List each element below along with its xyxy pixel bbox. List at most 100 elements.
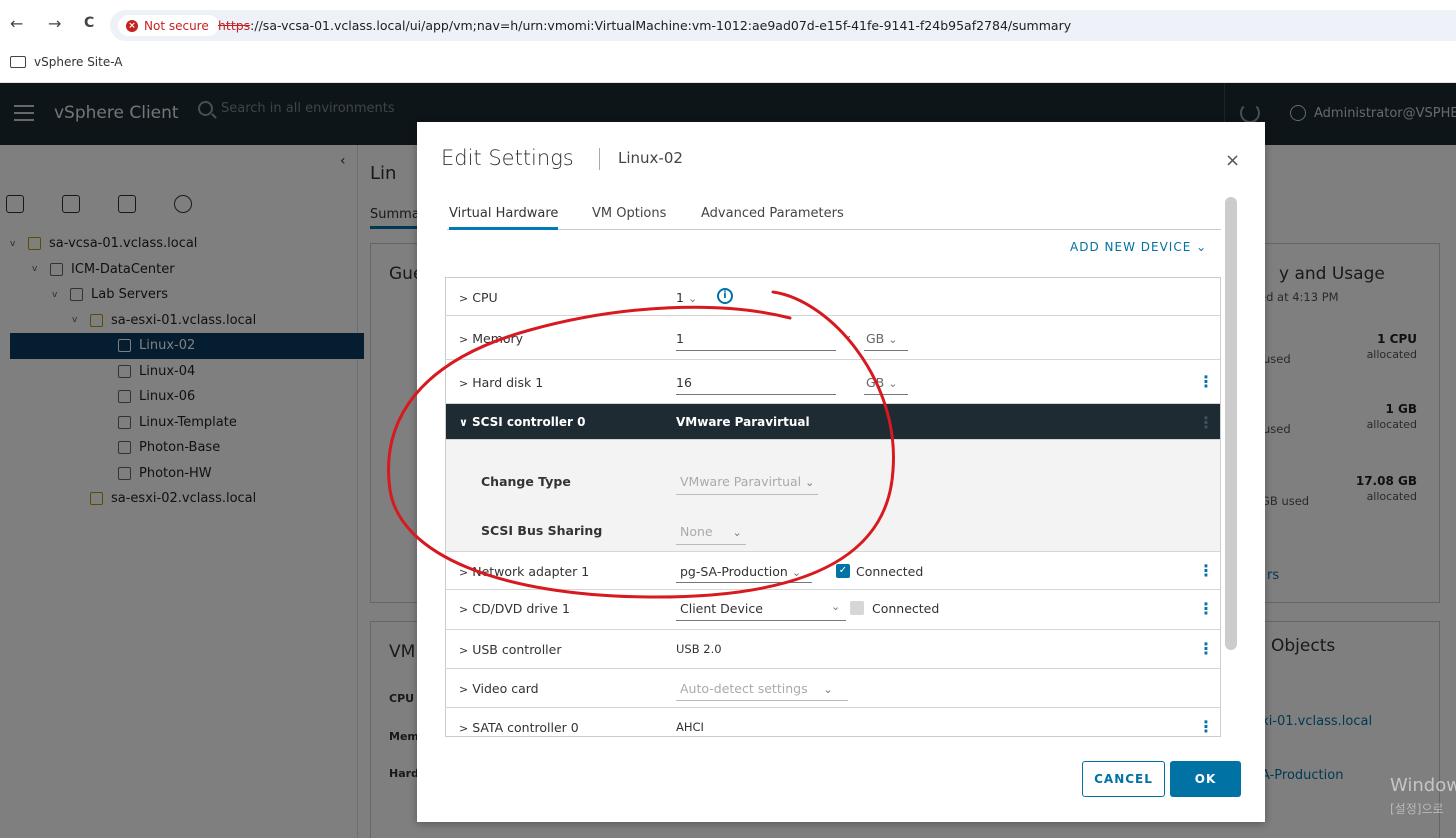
hw-row-network-adapter: > Network adapter 1 pg-SA-Production ⌄ ✓ …: [446, 552, 1220, 590]
hw-row-scsi-controller: ∨ SCSI controller 0 VMware Paravirtual ⋮: [446, 404, 1220, 440]
change-type-select[interactable]: VMware Paravirtual ⌄: [680, 474, 814, 489]
usb-expander[interactable]: > USB controller: [459, 642, 561, 657]
more-actions-icon[interactable]: ⋮: [1198, 599, 1214, 618]
network-connected-label: Connected: [856, 564, 924, 579]
chevron-right-icon: >: [459, 377, 469, 390]
scsi-expander[interactable]: ∨ SCSI controller 0: [459, 415, 586, 429]
forward-button[interactable]: →: [48, 14, 61, 33]
sata-expander[interactable]: > SATA controller 0: [459, 720, 579, 735]
url-field[interactable]: × Not secure https://sa-vcsa-01.vclass.l…: [110, 10, 1456, 41]
more-actions-icon[interactable]: ⋮: [1198, 372, 1214, 391]
cpu-select[interactable]: 1 ⌄: [676, 290, 697, 305]
chevron-right-icon: >: [459, 722, 469, 735]
virtual-hardware-list: > CPU 1 ⌄ i > Memory 1 ⌄ GB ⌄ > Hard disk 1…: [445, 277, 1221, 737]
hard-disk-underline: [676, 394, 836, 395]
chevron-down-icon: ⌄: [805, 476, 815, 489]
bus-sharing-underline: [676, 544, 746, 545]
chevron-right-icon: >: [459, 566, 469, 579]
security-indicator[interactable]: × Not secure: [118, 15, 219, 36]
warning-icon: ×: [126, 19, 138, 32]
cddvd-expander[interactable]: > CD/DVD drive 1: [459, 601, 570, 616]
network-label: Network adapter 1: [472, 564, 590, 579]
chevron-down-icon[interactable]: ⌄: [831, 600, 840, 613]
edit-settings-dialog: Edit Settings Linux-02 × Virtual Hardwar…: [417, 122, 1265, 822]
more-actions-icon[interactable]: ⋮: [1198, 639, 1214, 658]
sata-label: SATA controller 0: [472, 720, 579, 735]
tab-vm-options[interactable]: VM Options: [592, 206, 666, 227]
network-value: pg-SA-Production: [680, 564, 788, 579]
chevron-down-icon: ⌄: [732, 526, 742, 539]
network-underline: [676, 582, 812, 583]
bus-sharing-select[interactable]: None ⌄: [680, 524, 742, 539]
network-connected-checkbox[interactable]: ✓: [836, 564, 850, 578]
bus-sharing-label: SCSI Bus Sharing: [481, 523, 603, 538]
url-path: ://sa-vcsa-01.vclass.local/ui/app/vm;nav…: [250, 18, 1072, 33]
more-actions-icon[interactable]: ⋮: [1198, 561, 1214, 580]
scsi-label: SCSI controller 0: [471, 415, 586, 429]
chevron-right-icon: >: [459, 683, 469, 696]
cancel-button[interactable]: CANCEL: [1082, 761, 1165, 797]
video-underline: [676, 700, 848, 701]
scsi-value: VMware Paravirtual: [676, 415, 810, 429]
chevron-right-icon: >: [459, 292, 469, 305]
url-protocol: https: [218, 18, 251, 33]
dialog-tabs: Virtual Hardware VM Options Advanced Par…: [447, 204, 1221, 230]
tab-advanced-parameters[interactable]: Advanced Parameters: [701, 206, 844, 227]
network-select[interactable]: pg-SA-Production ⌄: [680, 564, 801, 579]
chevron-down-icon: ⌄: [888, 333, 898, 346]
browser-address-bar: ← → C × Not secure https://sa-vcsa-01.vc…: [0, 0, 1456, 47]
video-select[interactable]: Auto-detect settings ⌄: [680, 681, 833, 696]
video-value: Auto-detect settings: [680, 681, 808, 696]
close-icon[interactable]: ×: [1225, 150, 1240, 171]
cddvd-connected-checkbox[interactable]: [850, 601, 864, 615]
add-device-label: ADD NEW DEVICE: [1070, 240, 1192, 254]
memory-unit-select[interactable]: GB ⌄: [866, 331, 897, 346]
cpu-expander[interactable]: > CPU: [459, 290, 498, 305]
cddvd-underline: [676, 620, 846, 621]
bookmark-label: vSphere Site-A: [34, 55, 123, 69]
unit-underline: [864, 350, 908, 351]
reload-button[interactable]: C: [84, 15, 94, 31]
add-new-device-button[interactable]: ADD NEW DEVICE ⌄: [1070, 240, 1207, 254]
chevron-down-icon: ∨: [459, 416, 468, 429]
more-actions-icon[interactable]: ⋮: [1198, 413, 1214, 432]
change-type-value: VMware Paravirtual: [680, 474, 802, 489]
hard-disk-expander[interactable]: > Hard disk 1: [459, 375, 543, 390]
dialog-scrollbar[interactable]: [1225, 197, 1237, 650]
change-type-underline: [676, 494, 818, 495]
cpu-label: CPU: [472, 290, 498, 305]
chevron-down-icon: ⌄: [888, 377, 898, 390]
more-actions-icon[interactable]: ⋮: [1198, 717, 1214, 736]
back-button[interactable]: ←: [10, 14, 23, 33]
unit-underline: [864, 394, 908, 395]
video-label: Video card: [472, 681, 539, 696]
ok-button[interactable]: OK: [1170, 761, 1241, 797]
memory-input[interactable]: 1: [676, 331, 684, 346]
hard-disk-label: Hard disk 1: [472, 375, 544, 390]
folder-icon: [10, 56, 26, 68]
hard-disk-input[interactable]: 16: [676, 375, 692, 390]
title-divider: [599, 148, 600, 170]
network-expander[interactable]: > Network adapter 1: [459, 564, 589, 579]
hw-row-memory: > Memory 1 ⌄ GB ⌄: [446, 316, 1220, 360]
info-icon[interactable]: i: [717, 288, 733, 304]
cddvd-select[interactable]: Client Device: [680, 601, 763, 616]
hard-disk-unit-select[interactable]: GB ⌄: [866, 375, 897, 390]
chevron-down-icon[interactable]: ⌄: [842, 328, 853, 343]
chevron-down-icon: ⌄: [1196, 240, 1208, 254]
usb-value: USB 2.0: [676, 642, 722, 656]
hw-row-sata: > SATA controller 0 AHCI ⋮: [446, 708, 1220, 736]
cpu-value: 1: [676, 290, 684, 305]
security-label: Not secure: [144, 18, 209, 33]
tab-virtual-hardware[interactable]: Virtual Hardware: [449, 206, 559, 230]
chevron-down-icon: ⌄: [687, 292, 698, 305]
dialog-subtitle: Linux-02: [618, 149, 683, 167]
change-type-label: Change Type: [481, 474, 571, 489]
chevron-right-icon: >: [459, 333, 469, 346]
memory-unit: GB: [866, 331, 885, 346]
memory-expander[interactable]: > Memory: [459, 331, 523, 346]
video-expander[interactable]: > Video card: [459, 681, 539, 696]
bookmark-vsphere-site-a[interactable]: vSphere Site-A: [10, 55, 123, 69]
memory-input-underline: [676, 350, 836, 351]
cddvd-connected-label: Connected: [872, 601, 940, 616]
